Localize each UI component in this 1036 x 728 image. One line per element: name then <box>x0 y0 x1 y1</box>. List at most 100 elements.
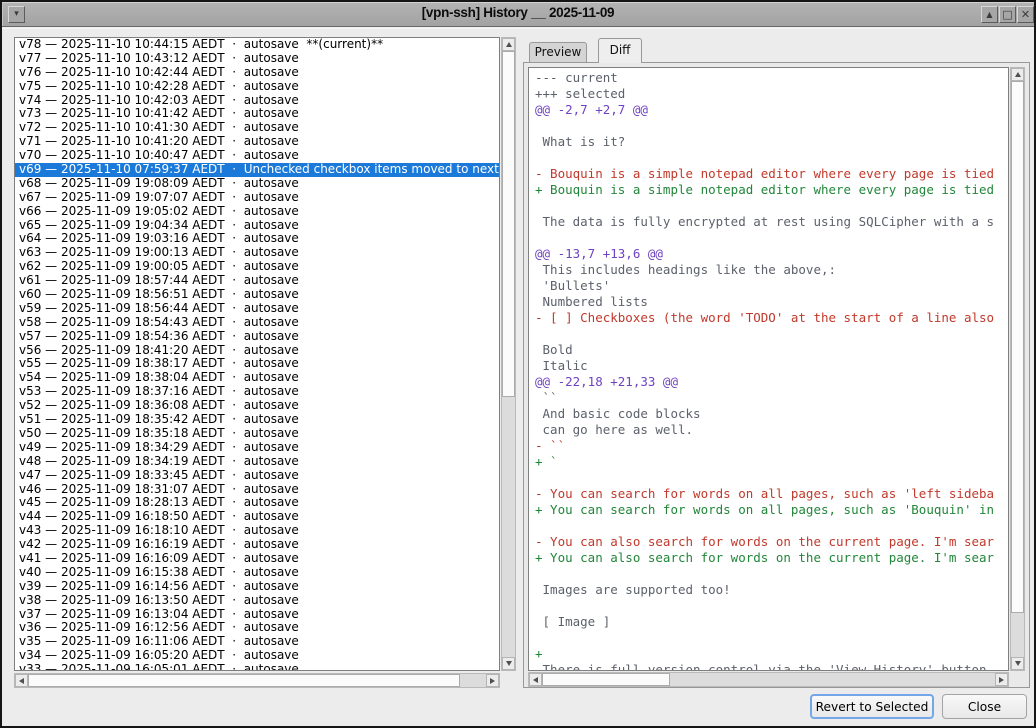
diff-pane: --- current+++ selected@@ -2,7 +2,7 @@ W… <box>523 62 1030 688</box>
diff-line: + ` <box>535 454 1008 470</box>
diff-line: - [ ] Checkboxes (the word 'TODO' at the… <box>535 310 1008 326</box>
history-item[interactable]: v75 — 2025-11-10 10:42:28 AEDT · autosav… <box>15 80 499 94</box>
history-item[interactable]: v42 — 2025-11-09 16:16:19 AEDT · autosav… <box>15 538 499 552</box>
history-hscroll-thumb[interactable] <box>28 674 460 687</box>
history-item[interactable]: v57 — 2025-11-09 18:54:36 AEDT · autosav… <box>15 330 499 344</box>
tab-preview[interactable]: Preview <box>529 42 587 62</box>
scroll-left-button[interactable] <box>529 673 542 686</box>
history-vscroll-thumb[interactable] <box>502 51 515 397</box>
history-item[interactable]: v59 — 2025-11-09 18:56:44 AEDT · autosav… <box>15 302 499 316</box>
scroll-left-button[interactable] <box>15 674 28 687</box>
diff-horizontal-scrollbar[interactable] <box>528 672 1009 687</box>
history-item[interactable]: v37 — 2025-11-09 16:13:04 AEDT · autosav… <box>15 608 499 622</box>
diff-line: What is it? <box>535 134 1008 150</box>
history-item[interactable]: v36 — 2025-11-09 16:12:56 AEDT · autosav… <box>15 621 499 635</box>
revert-to-selected-button[interactable]: Revert to Selected <box>810 694 934 719</box>
diff-line: And basic code blocks <box>535 406 1008 422</box>
scroll-right-button[interactable] <box>486 674 499 687</box>
history-item[interactable]: v76 — 2025-11-10 10:42:44 AEDT · autosav… <box>15 66 499 80</box>
diff-line: @@ -2,7 +2,7 @@ <box>535 102 1008 118</box>
close-button[interactable]: Close <box>942 694 1027 719</box>
diff-line: This includes headings like the above,: <box>535 262 1008 278</box>
diff-line <box>535 230 1008 246</box>
history-item[interactable]: v51 — 2025-11-09 18:35:42 AEDT · autosav… <box>15 413 499 427</box>
history-item[interactable]: v53 — 2025-11-09 18:37:16 AEDT · autosav… <box>15 385 499 399</box>
history-item[interactable]: v39 — 2025-11-09 16:14:56 AEDT · autosav… <box>15 580 499 594</box>
diff-line: can go here as well. <box>535 422 1008 438</box>
history-item[interactable]: v63 — 2025-11-09 19:00:13 AEDT · autosav… <box>15 246 499 260</box>
diff-line: - Bouquin is a simple notepad editor whe… <box>535 166 1008 182</box>
history-item[interactable]: v70 — 2025-11-10 10:40:47 AEDT · autosav… <box>15 149 499 163</box>
history-item[interactable]: v67 — 2025-11-09 19:07:07 AEDT · autosav… <box>15 191 499 205</box>
diff-line <box>535 150 1008 166</box>
diff-line: There is full version control via the 'V… <box>535 662 1008 671</box>
history-item[interactable]: v38 — 2025-11-09 16:13:50 AEDT · autosav… <box>15 594 499 608</box>
maximize-button[interactable]: □ <box>999 6 1016 23</box>
history-list[interactable]: v78 — 2025-11-10 10:44:15 AEDT · autosav… <box>14 37 500 671</box>
scroll-down-button[interactable] <box>1011 657 1024 670</box>
history-item[interactable]: v69 — 2025-11-10 07:59:37 AEDT · Uncheck… <box>15 163 499 177</box>
history-item[interactable]: v74 — 2025-11-10 10:42:03 AEDT · autosav… <box>15 94 499 108</box>
history-item[interactable]: v34 — 2025-11-09 16:05:20 AEDT · autosav… <box>15 649 499 663</box>
history-item[interactable]: v47 — 2025-11-09 18:33:45 AEDT · autosav… <box>15 469 499 483</box>
history-item[interactable]: v35 — 2025-11-09 16:11:06 AEDT · autosav… <box>15 635 499 649</box>
window-title: [vpn-ssh] History __ 2025-11-09 <box>2 5 1034 20</box>
diff-line <box>535 518 1008 534</box>
history-vertical-scrollbar[interactable] <box>501 37 516 671</box>
history-item[interactable]: v43 — 2025-11-09 16:18:10 AEDT · autosav… <box>15 524 499 538</box>
history-item[interactable]: v40 — 2025-11-09 16:15:38 AEDT · autosav… <box>15 566 499 580</box>
diff-text[interactable]: --- current+++ selected@@ -2,7 +2,7 @@ W… <box>528 67 1009 671</box>
diff-vscroll-thumb[interactable] <box>1011 81 1024 613</box>
history-item[interactable]: v41 — 2025-11-09 16:16:09 AEDT · autosav… <box>15 552 499 566</box>
scroll-up-button[interactable] <box>1011 68 1024 81</box>
diff-line: - You can also search for words on the c… <box>535 534 1008 550</box>
history-item[interactable]: v66 — 2025-11-09 19:05:02 AEDT · autosav… <box>15 205 499 219</box>
diff-line <box>535 118 1008 134</box>
diff-hscroll-thumb[interactable] <box>542 673 670 686</box>
shade-button[interactable]: ▲ <box>981 6 998 23</box>
scroll-left-icon <box>533 677 538 683</box>
scroll-down-button[interactable] <box>502 657 515 670</box>
titlebar[interactable]: ▾ [vpn-ssh] History __ 2025-11-09 ▲ □ ✕ <box>2 2 1034 27</box>
history-item[interactable]: v44 — 2025-11-09 16:18:50 AEDT · autosav… <box>15 510 499 524</box>
history-item[interactable]: v52 — 2025-11-09 18:36:08 AEDT · autosav… <box>15 399 499 413</box>
history-item[interactable]: v64 — 2025-11-09 19:03:16 AEDT · autosav… <box>15 232 499 246</box>
tab-diff[interactable]: Diff <box>598 38 642 63</box>
window-content: v78 — 2025-11-10 10:44:15 AEDT · autosav… <box>2 28 1034 726</box>
history-item[interactable]: v56 — 2025-11-09 18:41:20 AEDT · autosav… <box>15 344 499 358</box>
diff-line: - You can search for words on all pages,… <box>535 486 1008 502</box>
history-horizontal-scrollbar[interactable] <box>14 673 500 688</box>
history-item[interactable]: v55 — 2025-11-09 18:38:17 AEDT · autosav… <box>15 357 499 371</box>
diff-line: + Bouquin is a simple notepad editor whe… <box>535 182 1008 198</box>
scroll-right-button[interactable] <box>995 673 1008 686</box>
history-item[interactable]: v72 — 2025-11-10 10:41:30 AEDT · autosav… <box>15 121 499 135</box>
history-item[interactable]: v78 — 2025-11-10 10:44:15 AEDT · autosav… <box>15 38 499 52</box>
history-item[interactable]: v62 — 2025-11-09 19:00:05 AEDT · autosav… <box>15 260 499 274</box>
history-item[interactable]: v68 — 2025-11-09 19:08:09 AEDT · autosav… <box>15 177 499 191</box>
history-item[interactable]: v77 — 2025-11-10 10:43:12 AEDT · autosav… <box>15 52 499 66</box>
close-window-button[interactable]: ✕ <box>1017 6 1034 23</box>
diff-vertical-scrollbar[interactable] <box>1010 67 1025 671</box>
history-item[interactable]: v45 — 2025-11-09 18:28:13 AEDT · autosav… <box>15 496 499 510</box>
history-item[interactable]: v73 — 2025-11-10 10:41:42 AEDT · autosav… <box>15 107 499 121</box>
diff-line: 'Bullets' <box>535 278 1008 294</box>
diff-line: - `` <box>535 438 1008 454</box>
history-item[interactable]: v60 — 2025-11-09 18:56:51 AEDT · autosav… <box>15 288 499 302</box>
history-item[interactable]: v65 — 2025-11-09 19:04:34 AEDT · autosav… <box>15 219 499 233</box>
history-item[interactable]: v71 — 2025-11-10 10:41:20 AEDT · autosav… <box>15 135 499 149</box>
scroll-up-icon <box>506 42 512 47</box>
history-item[interactable]: v54 — 2025-11-09 18:38:04 AEDT · autosav… <box>15 371 499 385</box>
history-item[interactable]: v61 — 2025-11-09 18:57:44 AEDT · autosav… <box>15 274 499 288</box>
history-item[interactable]: v33 — 2025-11-09 16:05:01 AEDT · autosav… <box>15 663 499 671</box>
history-item[interactable]: v48 — 2025-11-09 18:34:19 AEDT · autosav… <box>15 455 499 469</box>
history-item[interactable]: v49 — 2025-11-09 18:34:29 AEDT · autosav… <box>15 441 499 455</box>
history-item[interactable]: v58 — 2025-11-09 18:54:43 AEDT · autosav… <box>15 316 499 330</box>
scroll-up-button[interactable] <box>502 38 515 51</box>
history-window: ▾ [vpn-ssh] History __ 2025-11-09 ▲ □ ✕ … <box>0 0 1036 728</box>
history-item[interactable]: v50 — 2025-11-09 18:35:18 AEDT · autosav… <box>15 427 499 441</box>
diff-line: Italic <box>535 358 1008 374</box>
diff-line <box>535 630 1008 646</box>
shade-icon: ▲ <box>986 11 992 19</box>
history-item[interactable]: v46 — 2025-11-09 18:31:07 AEDT · autosav… <box>15 483 499 497</box>
scroll-down-icon <box>506 661 512 666</box>
